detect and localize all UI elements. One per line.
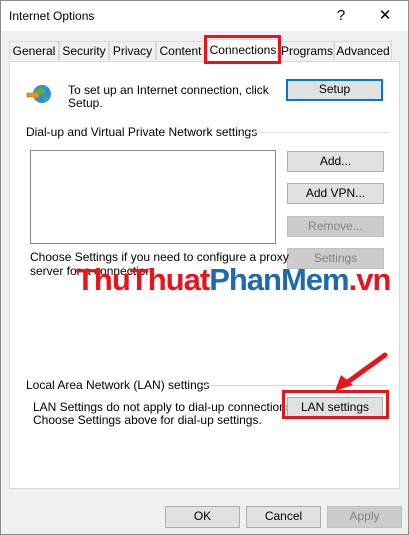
lan-note-line2: Choose Settings above for dial-up settin… xyxy=(33,413,262,427)
remove-button[interactable]: Remove... xyxy=(287,216,384,237)
tab-security[interactable]: Security xyxy=(59,41,109,60)
dialup-heading: Dial-up and Virtual Private Network sett… xyxy=(26,125,258,139)
tab-programs[interactable]: Programs xyxy=(280,41,334,60)
tab-connections[interactable]: Connections xyxy=(207,39,279,62)
watermark-logo: ThuThuatPhanMem.vn xyxy=(76,262,391,297)
apply-button[interactable]: Apply xyxy=(327,506,402,528)
tab-privacy[interactable]: Privacy xyxy=(109,41,156,60)
title-bar: Internet Options ? ✕ xyxy=(1,1,408,31)
globe-network-icon xyxy=(26,85,51,103)
dialup-divider xyxy=(248,132,388,133)
window-title: Internet Options xyxy=(9,9,95,23)
lan-heading: Local Area Network (LAN) settings xyxy=(26,378,210,392)
connections-list[interactable] xyxy=(30,150,276,244)
add-button[interactable]: Add... xyxy=(287,151,384,172)
cancel-button[interactable]: Cancel xyxy=(246,506,321,528)
tab-advanced[interactable]: Advanced xyxy=(334,41,392,60)
help-button[interactable]: ? xyxy=(327,5,355,27)
internet-options-window: Internet Options ? ✕ General Security Pr… xyxy=(0,0,409,535)
close-button[interactable]: ✕ xyxy=(371,5,399,27)
setup-button[interactable]: Setup xyxy=(286,79,383,101)
tab-general[interactable]: General xyxy=(9,41,59,60)
pointer-arrow-icon xyxy=(335,352,388,391)
tab-content[interactable]: Content xyxy=(156,41,205,60)
lan-settings-button[interactable]: LAN settings xyxy=(287,397,383,418)
setup-text-line2: Setup. xyxy=(68,96,103,110)
ok-button[interactable]: OK xyxy=(165,506,240,528)
add-vpn-button[interactable]: Add VPN... xyxy=(287,183,384,204)
tab-strip: General Security Privacy Content Connect… xyxy=(1,39,408,62)
